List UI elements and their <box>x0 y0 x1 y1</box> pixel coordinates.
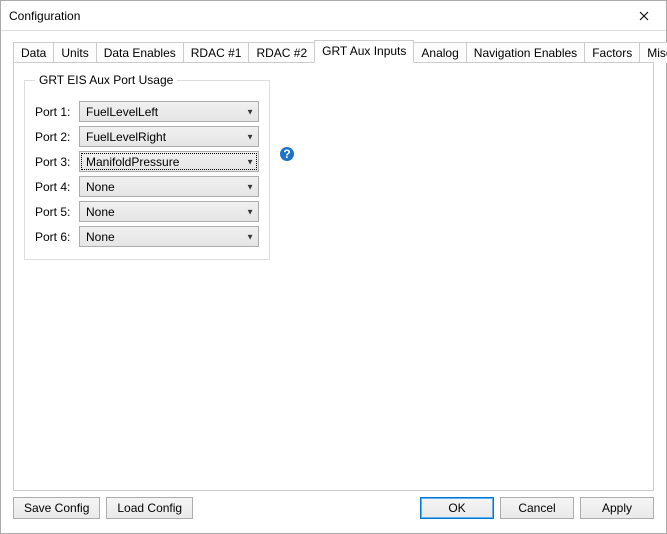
tab-label: RDAC #1 <box>191 46 242 60</box>
port-2-select[interactable]: FuelLevelRight ▼ <box>79 126 259 147</box>
group-legend: GRT EIS Aux Port Usage <box>35 73 177 87</box>
tab-label: Analog <box>421 46 458 60</box>
tab-label: Data <box>21 46 46 60</box>
port-5-value: None <box>86 205 115 219</box>
close-icon <box>639 11 649 21</box>
button-label: Save Config <box>24 501 89 515</box>
tab-label: GRT Aux Inputs <box>322 44 406 58</box>
tab-strip: Data Units Data Enables RDAC #1 RDAC #2 … <box>13 41 654 62</box>
chevron-down-icon: ▼ <box>246 207 254 216</box>
tab-rdac-2[interactable]: RDAC #2 <box>248 42 315 63</box>
port-6-value: None <box>86 230 115 244</box>
port-2-value: FuelLevelRight <box>86 130 166 144</box>
config-dialog: Configuration Data Units Data Enables RD… <box>0 0 667 534</box>
tab-navigation-enables[interactable]: Navigation Enables <box>466 42 585 63</box>
port-row: Port 3: ManifoldPressure ▼ <box>35 151 259 172</box>
close-button[interactable] <box>621 1 666 30</box>
port-6-select[interactable]: None ▼ <box>79 226 259 247</box>
port-1-select[interactable]: FuelLevelLeft ▼ <box>79 101 259 122</box>
port-3-label: Port 3: <box>35 155 79 169</box>
tab-grt-aux-inputs[interactable]: GRT Aux Inputs <box>314 40 414 63</box>
load-config-button[interactable]: Load Config <box>106 497 193 519</box>
port-1-label: Port 1: <box>35 105 79 119</box>
button-label: Load Config <box>117 501 182 515</box>
window-title: Configuration <box>9 9 621 23</box>
button-label: Cancel <box>518 501 555 515</box>
tab-units[interactable]: Units <box>53 42 96 63</box>
button-label: Apply <box>602 501 632 515</box>
chevron-down-icon: ▼ <box>246 132 254 141</box>
content-area: Data Units Data Enables RDAC #1 RDAC #2 … <box>1 31 666 533</box>
tab-analog[interactable]: Analog <box>413 42 466 63</box>
titlebar: Configuration <box>1 1 666 31</box>
tab-label: Data Enables <box>104 46 176 60</box>
ok-button[interactable]: OK <box>420 497 494 519</box>
tab-misc[interactable]: Misc. <box>639 42 667 63</box>
help-icon[interactable]: ? <box>280 147 294 161</box>
port-2-label: Port 2: <box>35 130 79 144</box>
tab-factors[interactable]: Factors <box>584 42 640 63</box>
port-5-select[interactable]: None ▼ <box>79 201 259 222</box>
chevron-down-icon: ▼ <box>246 107 254 116</box>
chevron-down-icon: ▼ <box>246 182 254 191</box>
port-1-value: FuelLevelLeft <box>86 105 158 119</box>
port-4-label: Port 4: <box>35 180 79 194</box>
port-3-value: ManifoldPressure <box>86 155 179 169</box>
cancel-button[interactable]: Cancel <box>500 497 574 519</box>
port-5-label: Port 5: <box>35 205 79 219</box>
button-label: OK <box>448 501 465 515</box>
port-6-label: Port 6: <box>35 230 79 244</box>
apply-button[interactable]: Apply <box>580 497 654 519</box>
chevron-down-icon: ▼ <box>246 232 254 241</box>
tab-label: Factors <box>592 46 632 60</box>
port-4-select[interactable]: None ▼ <box>79 176 259 197</box>
port-4-value: None <box>86 180 115 194</box>
port-row: Port 5: None ▼ <box>35 201 259 222</box>
tab-data-enables[interactable]: Data Enables <box>96 42 184 63</box>
port-row: Port 1: FuelLevelLeft ▼ <box>35 101 259 122</box>
tab-label: Units <box>61 46 88 60</box>
grt-eis-aux-port-usage-group: GRT EIS Aux Port Usage Port 1: FuelLevel… <box>24 73 270 260</box>
save-config-button[interactable]: Save Config <box>13 497 100 519</box>
port-row: Port 6: None ▼ <box>35 226 259 247</box>
button-bar: Save Config Load Config OK Cancel Apply <box>13 491 654 525</box>
tab-data[interactable]: Data <box>13 42 54 63</box>
tab-label: Misc. <box>647 46 667 60</box>
port-row: Port 4: None ▼ <box>35 176 259 197</box>
port-row: Port 2: FuelLevelRight ▼ <box>35 126 259 147</box>
tab-label: RDAC #2 <box>256 46 307 60</box>
tab-panel: GRT EIS Aux Port Usage Port 1: FuelLevel… <box>13 62 654 491</box>
port-3-select[interactable]: ManifoldPressure ▼ <box>79 151 259 172</box>
help-icon-text: ? <box>283 148 290 160</box>
chevron-down-icon: ▼ <box>246 157 254 166</box>
tab-rdac-1[interactable]: RDAC #1 <box>183 42 250 63</box>
tab-label: Navigation Enables <box>474 46 577 60</box>
